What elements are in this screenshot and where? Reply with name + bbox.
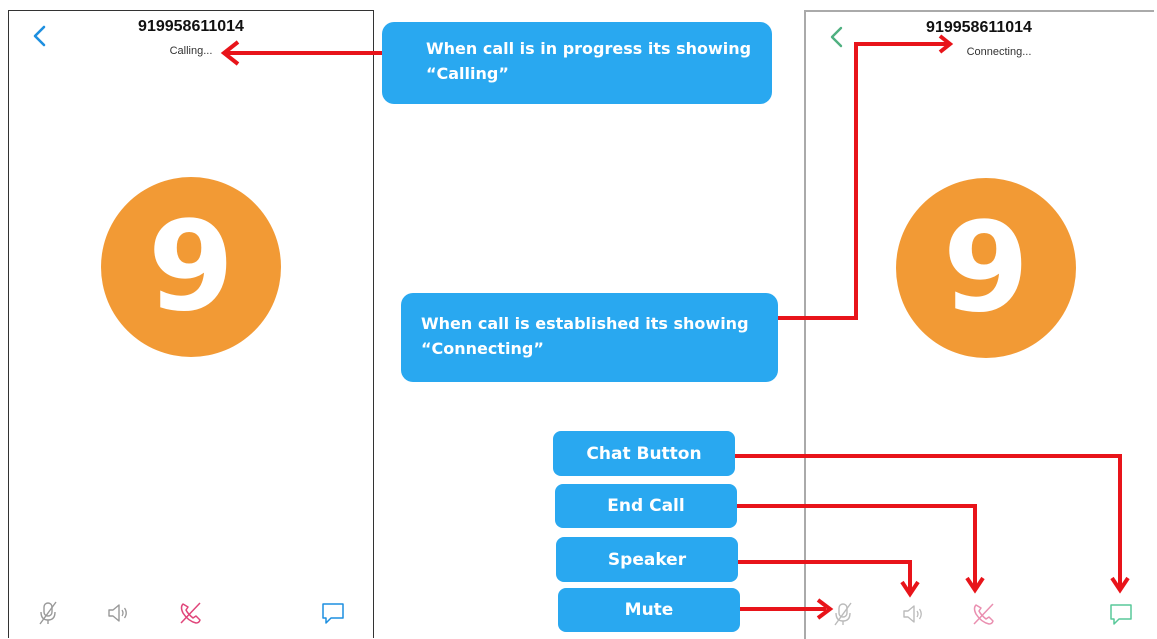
mute-button[interactable] (830, 600, 856, 628)
chat-icon (1110, 604, 1132, 625)
avatar-letter: 9 (942, 196, 1030, 340)
end-call-button[interactable] (970, 600, 996, 628)
speaker-label: Speaker (556, 537, 738, 582)
caller-number: 919958611014 (926, 19, 1032, 36)
chat-icon (322, 603, 344, 624)
chat-button-label: Chat Button (553, 431, 735, 476)
callout-text: “Calling” (426, 64, 509, 83)
avatar: 9 (896, 178, 1076, 358)
mic-muted-icon (39, 601, 57, 625)
speaker-button[interactable] (105, 599, 131, 627)
chat-button[interactable] (1108, 600, 1134, 628)
mute-button[interactable] (35, 599, 61, 627)
speaker-icon (108, 604, 127, 622)
connecting-screen: 919958611014 Connecting... 9 (804, 10, 1154, 639)
speaker-button[interactable] (900, 600, 926, 628)
call-status: Connecting... (966, 46, 1032, 58)
end-call-label: End Call (555, 484, 737, 528)
callout-text: When call is in progress its showing (426, 39, 752, 58)
calling-screen: 919958611014 Calling... 9 (8, 10, 374, 638)
call-status: Calling... (169, 45, 213, 57)
callout-text: When call is established its showing (421, 314, 749, 333)
mic-muted-icon (834, 602, 852, 626)
chat-button[interactable] (320, 599, 346, 627)
caller-number: 919958611014 (138, 18, 244, 35)
avatar: 9 (101, 177, 281, 357)
connecting-callout: When call is established its showing “Co… (401, 293, 778, 382)
speaker-icon (903, 605, 922, 623)
calling-callout: When call is in progress its showing “Ca… (382, 22, 772, 104)
end-call-icon (180, 602, 201, 624)
end-call-button[interactable] (177, 599, 203, 627)
mute-label: Mute (558, 588, 740, 632)
avatar-letter: 9 (147, 195, 235, 339)
end-call-icon (973, 603, 994, 625)
callout-text: “Connecting” (421, 339, 544, 358)
